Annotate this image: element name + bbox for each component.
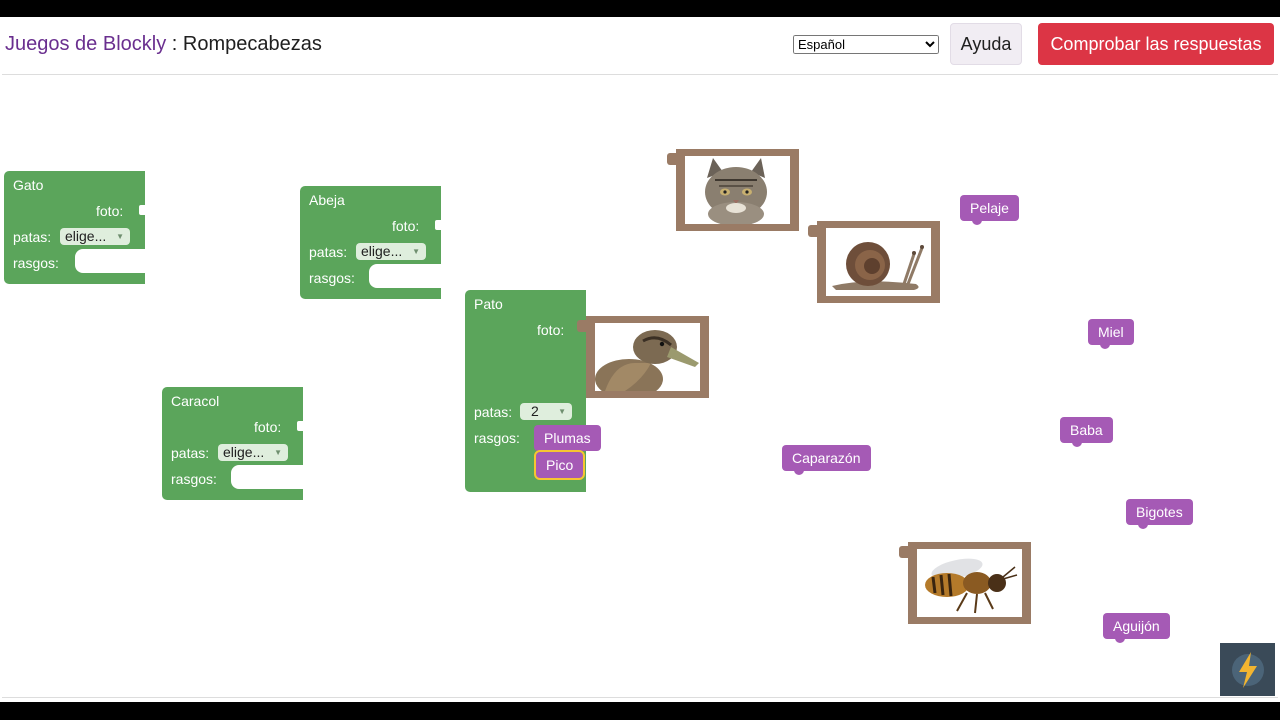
picture-connector [667,153,676,165]
trait-label: Baba [1070,422,1103,438]
header: Juegos de Blockly : Rompecabezas Español… [0,17,1280,73]
trait-label: Bigotes [1136,504,1183,520]
rasgos-label: rasgos: [474,430,520,446]
patas-label: patas: [171,445,210,461]
rasgos-label: rasgos: [13,255,59,271]
bottom-letterbox [0,702,1280,720]
dropdown-arrow-icon: ▼ [116,232,124,241]
trait-connector [1138,524,1148,529]
patas-dropdown[interactable]: elige... ▼ [60,228,130,245]
trait-block-aguijon[interactable]: Aguijón [1103,613,1170,643]
page-title: Juegos de Blockly : Rompecabezas [5,33,322,56]
rasgos-slot[interactable] [231,465,305,489]
patas-dropdown[interactable]: 2 ▼ [520,403,572,420]
animal-block-abeja[interactable]: Abeja foto: patas: elige... ▼ rasgos: [300,186,443,299]
trait-connector [1100,344,1110,349]
trait-block-caparazon[interactable]: Caparazón [782,445,871,475]
patas-dropdown-value: elige... [223,444,265,460]
picture-connector [808,225,817,237]
patas-dropdown[interactable]: elige... ▼ [218,444,288,461]
duck-photo [595,323,700,391]
trait-label: Pelaje [970,200,1009,216]
trait-connector [1115,638,1125,643]
patas-dropdown-value: elige... [361,243,403,259]
language-select[interactable]: Español [793,35,939,54]
title-separator: : [166,33,183,55]
bee-photo [917,549,1022,617]
trait-block-pico[interactable]: Pico [533,450,586,480]
patas-dropdown-value: elige... [65,228,107,244]
trait-block-baba[interactable]: Baba [1060,417,1113,447]
trait-connector [972,220,982,225]
help-button[interactable]: Ayuda [950,23,1022,65]
trait-label: Caparazón [792,450,861,466]
patas-label: patas: [474,404,513,420]
dropdown-arrow-icon: ▼ [558,407,566,416]
foto-socket[interactable] [139,205,147,215]
rasgos-slot[interactable] [369,264,443,288]
picture-block-duck[interactable] [577,316,709,398]
lightning-app-icon[interactable] [1220,643,1275,696]
animal-name: Abeja [309,192,345,208]
foto-label: foto: [96,203,124,219]
animal-name: Caracol [171,393,220,409]
brand-link[interactable]: Juegos de Blockly [5,33,166,55]
rasgos-label: rasgos: [309,270,355,286]
check-answers-button[interactable]: Comprobar las respuestas [1038,23,1274,65]
foto-socket[interactable] [435,220,443,230]
picture-block-snail[interactable] [808,221,940,303]
dropdown-arrow-icon: ▼ [274,448,282,457]
trait-label: Miel [1098,324,1124,340]
animal-name: Gato [13,177,44,193]
trait-connector [1072,442,1082,447]
patas-dropdown[interactable]: elige... ▼ [356,243,426,260]
dropdown-arrow-icon: ▼ [412,247,420,256]
trait-block-miel[interactable]: Miel [1088,319,1134,349]
picture-connector [577,320,586,332]
trait-connector [794,470,804,475]
picture-connector [899,546,908,558]
foto-label: foto: [537,322,565,338]
cat-photo [685,156,790,224]
trait-block-plumas[interactable]: Plumas [534,425,601,451]
picture-block-bee[interactable] [899,542,1031,624]
snail-photo [826,228,931,296]
animal-block-gato[interactable]: Gato foto: patas: elige... ▼ rasgos: [4,171,147,284]
foto-label: foto: [254,419,282,435]
blockly-workspace[interactable]: Gato foto: patas: elige... ▼ rasgos: Abej… [2,74,1278,698]
animal-name: Pato [474,296,503,312]
game-name: Rompecabezas [182,33,322,55]
picture-block-cat[interactable] [667,149,799,231]
foto-socket[interactable] [297,421,305,431]
trait-block-bigotes[interactable]: Bigotes [1126,499,1193,529]
top-letterbox [0,0,1280,17]
patas-label: patas: [13,229,52,245]
patas-dropdown-value: 2 [531,403,539,419]
foto-label: foto: [392,218,420,234]
animal-block-caracol[interactable]: Caracol foto: patas: elige... ▼ rasgos: [162,387,305,500]
rasgos-label: rasgos: [171,471,217,487]
trait-block-pelaje[interactable]: Pelaje [960,195,1019,225]
rasgos-slot[interactable] [75,249,147,273]
trait-label: Aguijón [1113,618,1160,634]
patas-label: patas: [309,244,348,260]
